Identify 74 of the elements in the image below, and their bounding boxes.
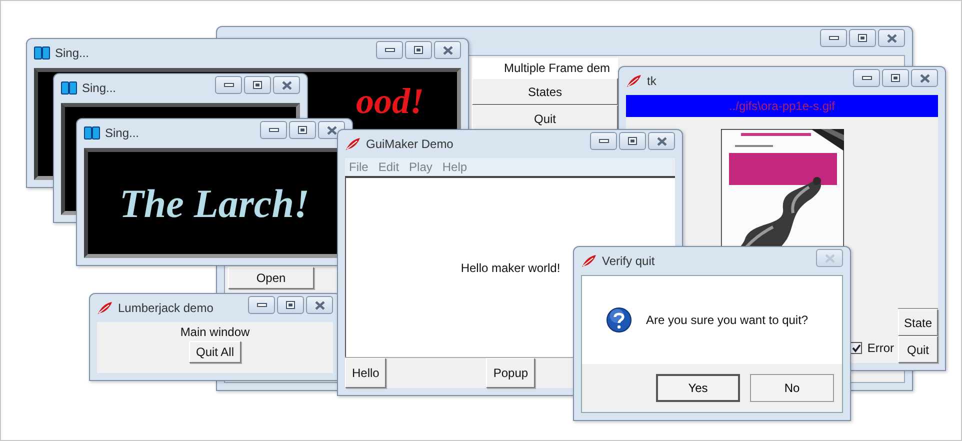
window-title: tk [647, 74, 656, 88]
close-icon [886, 34, 896, 42]
maximize-button[interactable] [405, 41, 432, 59]
window-title: Sing... [105, 126, 140, 140]
viewer-button[interactable]: Quit [898, 336, 938, 363]
message-text: Hello maker world! [460, 260, 560, 274]
app-icon [34, 46, 50, 60]
dialog-button[interactable]: Yes [656, 374, 740, 402]
minimize-button[interactable] [248, 296, 275, 314]
window-title: Sing... [82, 81, 116, 95]
maximize-button[interactable] [619, 132, 646, 150]
close-icon [824, 254, 834, 262]
minimize-icon [224, 83, 234, 87]
feather-icon [97, 301, 113, 315]
viewer-button[interactable]: State [898, 309, 938, 336]
minimize-icon [828, 36, 838, 40]
app-icon [61, 81, 77, 95]
close-icon [282, 80, 292, 90]
minimize-icon [862, 76, 872, 80]
banner-text: ood! [356, 82, 424, 122]
feather-icon [626, 74, 642, 88]
maximize-icon [858, 34, 867, 42]
maximize-icon [298, 126, 307, 134]
banner-text: The Larch! [120, 180, 310, 226]
maximize-icon [891, 74, 900, 82]
window-title: Sing... [55, 46, 90, 60]
minimize-button[interactable] [215, 76, 242, 94]
dialog-button[interactable]: No [750, 374, 834, 402]
main-window-label: Main window [180, 325, 250, 339]
close-icon [920, 74, 930, 82]
close-icon [442, 46, 452, 54]
question-icon [606, 307, 632, 333]
window-title: Lumberjack demo [118, 301, 214, 315]
close-button[interactable] [306, 296, 333, 314]
maximize-icon [414, 46, 423, 54]
minimize-button[interactable] [590, 132, 617, 150]
close-icon [326, 126, 336, 134]
maximize-button[interactable] [289, 121, 316, 139]
minimize-button[interactable] [820, 29, 847, 47]
checkbox[interactable] [850, 342, 862, 354]
close-button[interactable] [434, 41, 461, 59]
toolbar-button[interactable]: Hello [345, 358, 386, 388]
minimize-icon [256, 303, 266, 307]
maximize-button[interactable] [244, 76, 271, 94]
close-button[interactable] [878, 29, 905, 47]
open-button[interactable]: Open [228, 267, 314, 289]
minimize-button[interactable] [376, 41, 403, 59]
close-icon [314, 300, 324, 310]
window-title: Verify quit [602, 254, 655, 268]
close-button[interactable] [648, 132, 675, 150]
minimize-button[interactable] [260, 121, 287, 139]
close-icon [656, 136, 666, 146]
toolbar-button[interactable]: Popup [486, 358, 536, 388]
maximize-icon [253, 81, 262, 89]
dialog-message: Are you sure you want to quit? [646, 313, 808, 327]
maximize-icon [628, 137, 637, 145]
frame-label: Multiple Frame dem [472, 58, 618, 78]
feather-icon [345, 137, 361, 151]
feather-icon [581, 254, 597, 268]
maximize-button[interactable] [882, 69, 909, 87]
close-button[interactable] [911, 69, 938, 87]
minimize-icon [598, 139, 608, 143]
minimize-icon [384, 48, 394, 52]
minimize-button[interactable] [853, 69, 880, 87]
file-path-label: ../gifs\ora-pp1e-s.gif [626, 95, 938, 117]
maximize-button[interactable] [277, 296, 304, 314]
minimize-icon [268, 128, 278, 132]
window-title: GuiMaker Demo [366, 137, 454, 151]
maximize-icon [286, 301, 295, 309]
close-button[interactable] [273, 76, 300, 94]
quit-all-button[interactable]: Quit All [188, 341, 241, 363]
maximize-button[interactable] [849, 29, 876, 47]
app-icon [84, 126, 100, 140]
frame-button[interactable]: States [472, 78, 618, 105]
